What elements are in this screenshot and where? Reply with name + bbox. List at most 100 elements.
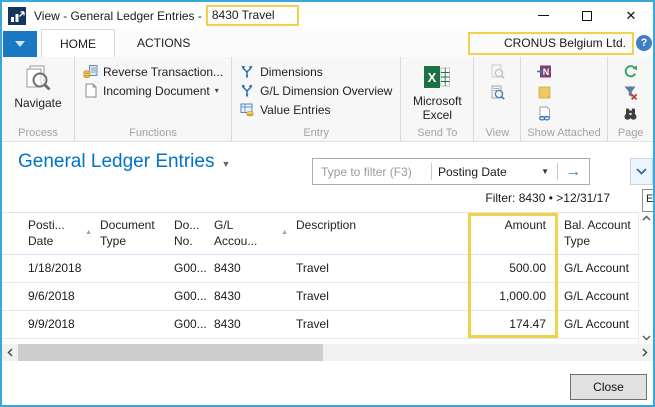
ribbon-group-entry: Dimensions G/L Dimension Overview	[232, 57, 401, 141]
cell-description[interactable]: Travel	[296, 282, 470, 310]
app-menu-icon	[15, 41, 25, 47]
onenote-notes-button[interactable]: N	[535, 63, 553, 80]
cell-amount[interactable]: 500.00	[470, 254, 556, 282]
cell-posting-date[interactable]: 9/6/2018	[2, 282, 100, 310]
entries-grid: Posti... Date ▲ Document Type Do... No. …	[2, 212, 638, 344]
clear-filter-button[interactable]	[622, 84, 640, 101]
table-body: 1/18/2018 G00... 8430 Travel 500.00 G/L …	[2, 254, 638, 338]
scrollbar-thumb[interactable]	[18, 344, 323, 361]
header-row: Posti... Date ▲ Document Type Do... No. …	[2, 213, 638, 254]
column-header-description[interactable]: Description	[296, 213, 470, 254]
close-window-button[interactable]: ✕	[609, 2, 653, 29]
group-label-entry: Entry	[236, 126, 396, 141]
scroll-up-icon[interactable]	[642, 215, 651, 221]
content-header: General Ledger Entries ▼ Type to filter …	[2, 142, 653, 188]
filter-info: Filter: 8430 • >12/31/17	[2, 188, 610, 212]
page-title: General Ledger Entries ▼	[18, 151, 230, 173]
cell-posting-date[interactable]: 1/18/2018	[2, 254, 100, 282]
window-title: View - General Ledger Entries - 8430 Tra…	[34, 5, 299, 26]
tab-actions[interactable]: ACTIONS	[119, 29, 208, 57]
table-row[interactable]: 9/9/2018 G00... 8430 Travel 174.47 G/L A…	[2, 310, 638, 338]
cell-gl-account[interactable]: 8430	[214, 310, 296, 338]
ribbon: Navigate Process Reverse Tr	[2, 57, 653, 142]
refresh-button[interactable]	[622, 63, 640, 80]
vertical-scrollbar[interactable]	[638, 212, 653, 344]
cell-document-no[interactable]: G00...	[174, 282, 214, 310]
scrollbar-track[interactable]	[18, 344, 637, 361]
value-entries-button[interactable]: Value Entries	[236, 100, 396, 119]
svg-text:X: X	[428, 70, 437, 85]
scroll-right-icon[interactable]	[637, 344, 653, 361]
view-card-icon	[490, 64, 505, 79]
cell-bal-account-type[interactable]: G/L Account	[556, 254, 638, 282]
group-label-send-to: Send To	[405, 126, 469, 141]
tab-home[interactable]: HOME	[41, 29, 115, 57]
column-header-posting-date[interactable]: Posti... Date ▲	[2, 213, 100, 254]
window-title-highlight: 8430 Travel	[206, 5, 299, 26]
apply-filter-button[interactable]: →	[557, 163, 589, 180]
find-button[interactable]	[622, 105, 640, 122]
app-window: View - General Ledger Entries - 8430 Tra…	[0, 0, 655, 407]
links-button[interactable]	[535, 105, 553, 122]
horizontal-scrollbar[interactable]	[2, 344, 653, 361]
notes-button[interactable]	[535, 84, 553, 101]
reverse-transaction-icon	[83, 64, 98, 79]
cell-document-type[interactable]	[100, 310, 174, 338]
column-header-gl-account[interactable]: G/L Accou... ▲	[214, 213, 296, 254]
scroll-down-icon[interactable]	[642, 335, 651, 341]
view-card-button[interactable]	[488, 63, 506, 80]
group-label-show-attached: Show Attached	[525, 126, 602, 141]
filter-input[interactable]: Type to filter (F3)	[313, 165, 431, 179]
cell-description[interactable]: Travel	[296, 254, 470, 282]
view-list-button[interactable]	[488, 84, 506, 101]
cell-amount[interactable]: 174.47	[470, 310, 556, 338]
cell-document-type[interactable]	[100, 254, 174, 282]
dimensions-icon	[240, 64, 255, 79]
cell-bal-account-type[interactable]: G/L Account	[556, 310, 638, 338]
column-header-bal-account-type[interactable]: Bal. Account Type	[556, 213, 638, 254]
ribbon-group-view: View	[474, 57, 521, 141]
cell-description[interactable]: Travel	[296, 310, 470, 338]
help-icon[interactable]: ?	[636, 35, 652, 51]
onenote-icon: N	[537, 64, 552, 79]
close-button[interactable]: Close	[570, 374, 647, 400]
company-name: CRONUS Belgium Ltd.	[468, 32, 634, 55]
maximize-button[interactable]	[565, 2, 609, 29]
minimize-button[interactable]	[521, 2, 565, 29]
column-header-amount[interactable]: Amount	[470, 213, 556, 254]
scroll-left-icon[interactable]	[2, 344, 18, 361]
cell-bal-account-type[interactable]: G/L Account	[556, 282, 638, 310]
find-icon	[623, 106, 638, 121]
reverse-transaction-button[interactable]: Reverse Transaction...	[79, 62, 227, 81]
ribbon-group-show-attached: N	[521, 57, 607, 141]
navigate-icon	[23, 63, 53, 93]
close-icon: ✕	[626, 9, 637, 22]
gl-dimension-overview-button[interactable]: G/L Dimension Overview	[236, 81, 396, 100]
table-row[interactable]: 9/6/2018 G00... 8430 Travel 1,000.00 G/L…	[2, 282, 638, 310]
column-header-document-type[interactable]: Document Type	[100, 213, 174, 254]
cell-posting-date[interactable]: 9/9/2018	[2, 310, 100, 338]
page-title-dropdown-icon[interactable]: ▼	[221, 155, 230, 169]
incoming-document-button[interactable]: Incoming Document ▾	[79, 81, 227, 100]
dimensions-button[interactable]: Dimensions	[236, 62, 396, 81]
filter-column-select[interactable]: Posting Date	[432, 165, 539, 179]
table-row[interactable]: 1/18/2018 G00... 8430 Travel 500.00 G/L …	[2, 254, 638, 282]
navigate-button[interactable]: Navigate	[6, 59, 70, 126]
cell-gl-account[interactable]: 8430	[214, 282, 296, 310]
column-header-document-no[interactable]: Do... No.	[174, 213, 214, 254]
chevron-down-icon[interactable]: ▼	[539, 167, 557, 176]
title-bar: View - General Ledger Entries - 8430 Tra…	[2, 2, 653, 29]
cell-amount[interactable]: 1,000.00	[470, 282, 556, 310]
microsoft-excel-button[interactable]: X Microsoft Excel	[405, 59, 469, 126]
refresh-icon	[623, 64, 638, 79]
clear-filter-icon	[623, 85, 638, 100]
cell-document-no[interactable]: G00...	[174, 254, 214, 282]
cell-document-type[interactable]	[100, 282, 174, 310]
ribbon-group-send-to: X Microsoft Excel Send To	[401, 57, 474, 141]
app-menu-button[interactable]	[3, 31, 37, 57]
expand-filter-pane-button[interactable]	[630, 158, 653, 185]
chevron-down-icon	[636, 168, 647, 175]
cell-gl-account[interactable]: 8430	[214, 254, 296, 282]
maximize-icon	[582, 11, 592, 21]
cell-document-no[interactable]: G00...	[174, 310, 214, 338]
